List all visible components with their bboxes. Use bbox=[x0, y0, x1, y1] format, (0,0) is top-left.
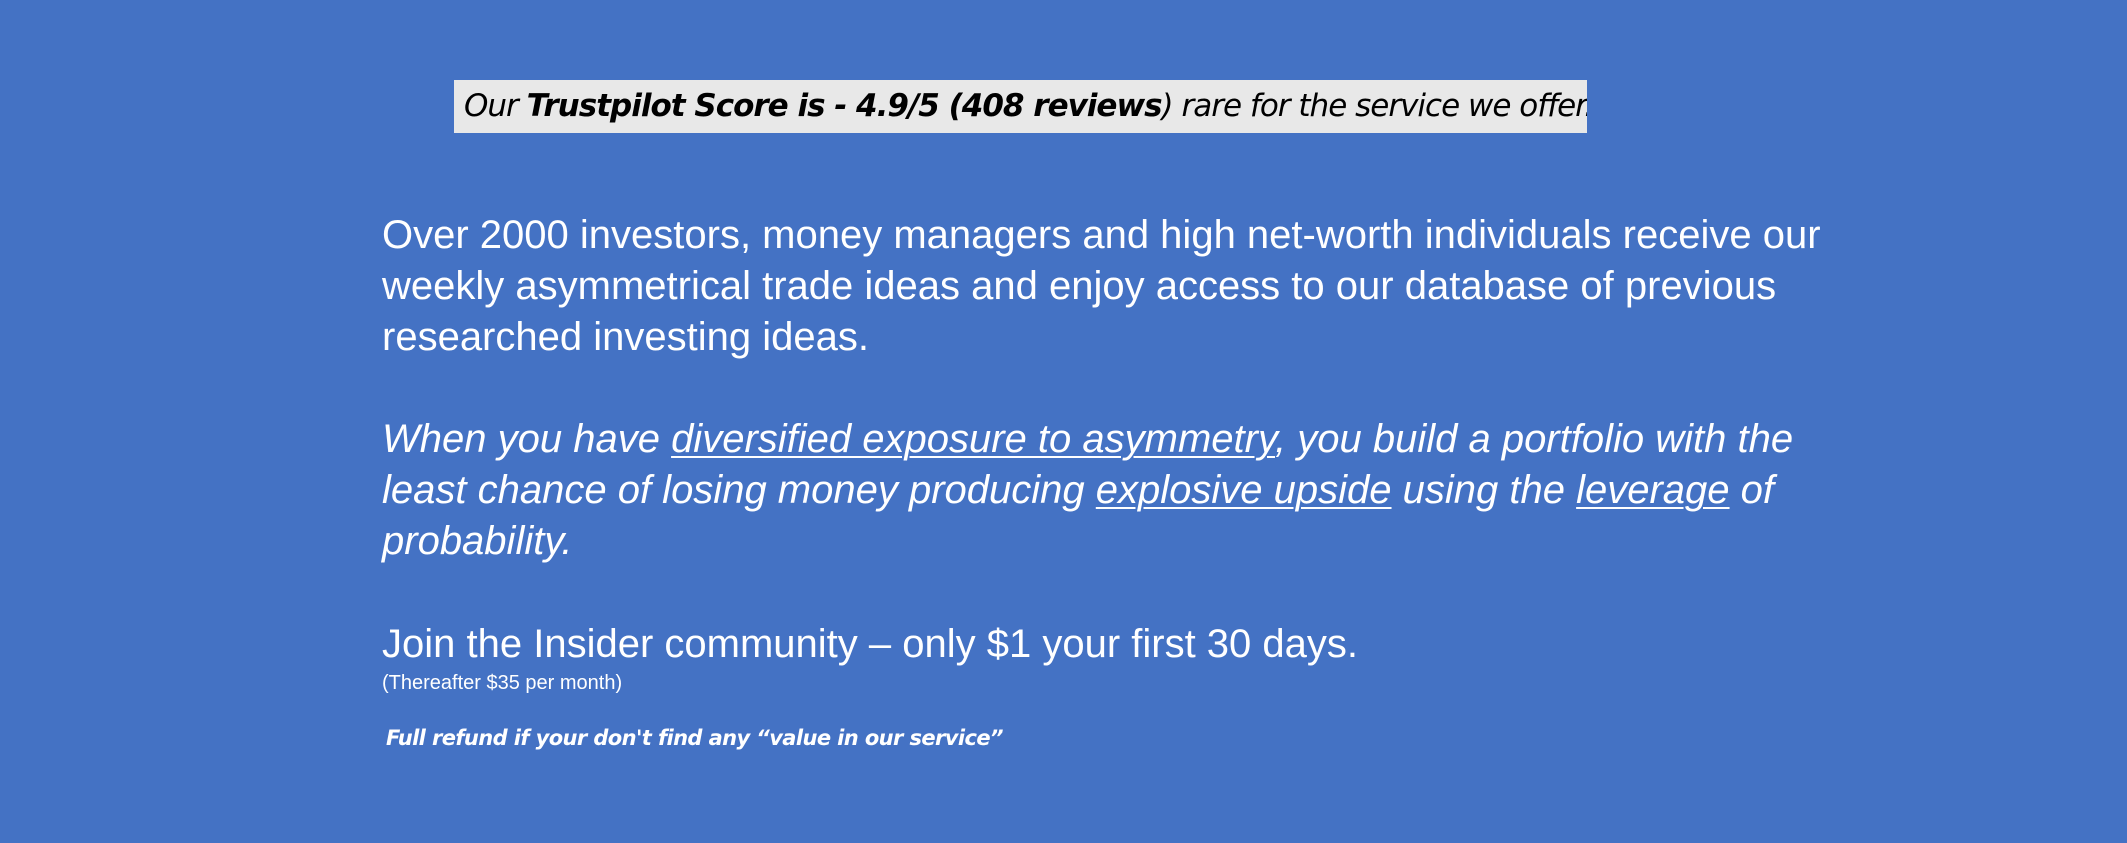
pitch-text-3: using the bbox=[1391, 468, 1577, 512]
pitch-link-diversified-exposure[interactable]: diversified exposure to asymmetry bbox=[671, 417, 1275, 461]
trustpilot-score: Trustpilot Score is - 4.9/5 (408 reviews bbox=[526, 88, 1163, 124]
trustpilot-score-banner: Our Trustpilot Score is - 4.9/5 (408 rev… bbox=[454, 80, 1587, 133]
pitch-link-leverage[interactable]: leverage bbox=[1576, 468, 1729, 512]
trustpilot-suffix: ) rare for the service we offer. bbox=[1161, 88, 1587, 124]
intro-paragraph: Over 2000 investors, money managers and … bbox=[382, 213, 1821, 359]
trustpilot-prefix: Our bbox=[464, 88, 527, 124]
offer-price-note: (Thereafter $35 per month) bbox=[382, 672, 623, 694]
pitch-paragraph: When you have diversified exposure to as… bbox=[382, 414, 1822, 567]
pitch-text-1: When you have bbox=[382, 417, 672, 461]
refund-guarantee: Full refund if your don't find any “valu… bbox=[386, 726, 1003, 750]
pitch-link-explosive-upside[interactable]: explosive upside bbox=[1096, 468, 1392, 512]
offer-headline: Join the Insider community – only $1 you… bbox=[382, 622, 1359, 666]
